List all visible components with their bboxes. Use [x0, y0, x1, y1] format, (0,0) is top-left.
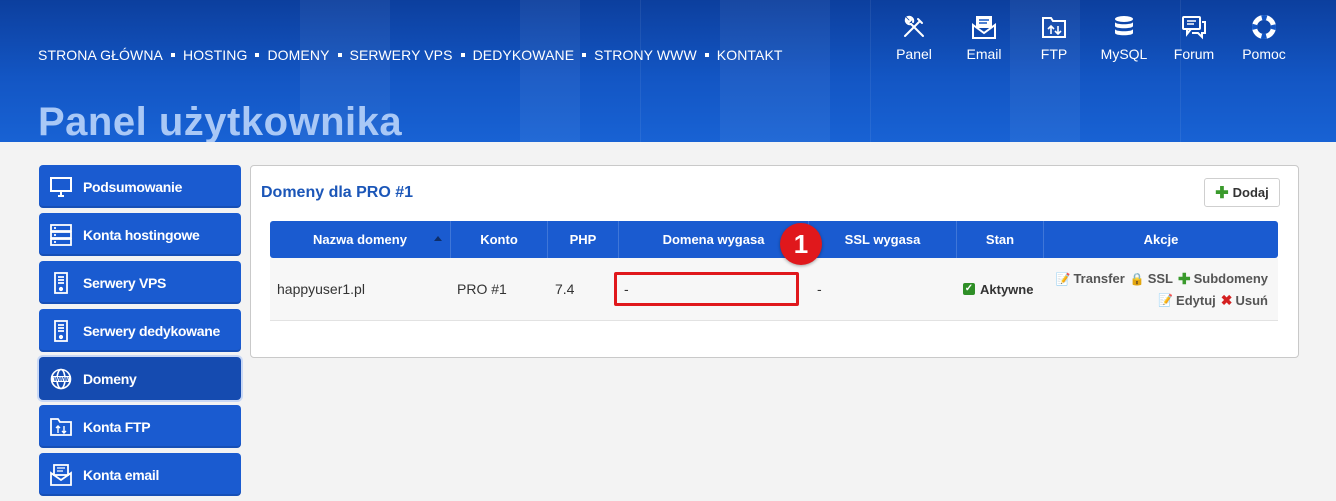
cell-status: ✓ Aktywne — [957, 258, 1044, 320]
transfer-action[interactable]: 📝 Transfer — [1056, 271, 1125, 286]
column-header-label: Domena wygasa — [662, 232, 765, 247]
server-stack-icon — [50, 223, 72, 246]
lock-icon: 🔒 — [1129, 271, 1145, 286]
quicknav-mysql[interactable]: MySQL — [1094, 14, 1154, 62]
domains-table: Nazwa domeny Konto PHP Domena wygasa SSL… — [270, 221, 1278, 321]
plus-icon: ✚ — [1178, 270, 1191, 288]
database-icon — [1115, 16, 1133, 36]
sidebar-item-label: Konta email — [83, 466, 160, 483]
column-header-label: Konto — [480, 232, 518, 247]
cell-actions: 📝 Transfer 🔒 SSL ✚ Subdomeny 📝 Edytuj ✖ Usuń — [1044, 258, 1278, 320]
quicknav-ftp[interactable]: FTP — [1024, 14, 1084, 62]
column-header-actions: Akcje — [1044, 221, 1278, 258]
action-label: Edytuj — [1176, 292, 1216, 308]
quicknav-help[interactable]: Pomoc — [1234, 14, 1294, 62]
edit-action[interactable]: 📝 Edytuj — [1158, 293, 1216, 308]
column-header-domain[interactable]: Nazwa domeny — [270, 221, 451, 258]
status-label: Aktywne — [980, 281, 1034, 297]
sidebar-item-hosting-accounts[interactable]: Konta hostingowe — [39, 213, 241, 256]
sidebar-item-label: Konta hostingowe — [83, 226, 200, 243]
cell-ssl-expires: - — [817, 281, 822, 297]
sidebar-item-label: Podsumowanie — [83, 178, 183, 195]
sidebar-item-email[interactable]: Konta email — [39, 453, 241, 496]
delete-x-icon: ✖ — [1220, 291, 1233, 308]
column-header-php: PHP — [548, 221, 619, 258]
sidebar-item-label: Domeny — [83, 370, 137, 387]
table-header: Nazwa domeny Konto PHP Domena wygasa SSL… — [270, 221, 1278, 258]
sort-ascending-icon — [434, 236, 442, 241]
quicknav-panel[interactable]: Panel — [884, 14, 944, 62]
quicknav-label: Forum — [1173, 46, 1215, 62]
column-header-label: Stan — [985, 232, 1015, 247]
add-button-label: Dodaj — [1232, 185, 1269, 200]
action-label: SSL — [1147, 271, 1174, 286]
quicknav-label: Pomoc — [1242, 46, 1286, 62]
sidebar-item-vps[interactable]: Serwery VPS — [39, 261, 241, 304]
quick-icon-nav: Panel Email FTP MySQL Forum Pomoc — [0, 14, 1336, 74]
column-header-ssl-expires: SSL wygasa — [809, 221, 957, 258]
plus-icon: ✚ — [1215, 184, 1229, 202]
ftp-folder-icon — [1042, 17, 1066, 38]
server-icon — [54, 271, 68, 294]
lifebuoy-icon — [1252, 15, 1276, 39]
column-header-label: Nazwa domeny — [313, 232, 407, 247]
annotation-highlight-box — [614, 272, 799, 306]
quicknav-label: Email — [966, 46, 1002, 62]
quicknav-label: FTP — [1040, 46, 1068, 62]
column-header-label: SSL wygasa — [844, 232, 921, 247]
cell-domain[interactable]: happyuser1.pl — [270, 258, 451, 320]
svg-text:WWW: WWW — [54, 377, 70, 383]
ftp-folder-icon — [50, 417, 72, 436]
sidebar-item-label: Serwery dedykowane — [83, 322, 220, 339]
quicknav-label: Panel — [896, 46, 932, 62]
email-icon — [50, 463, 72, 486]
sidebar-item-domains[interactable]: WWW Domeny — [39, 357, 241, 400]
sidebar: Podsumowanie Konta hostingowe Serwery VP… — [39, 165, 241, 501]
tools-icon — [904, 15, 924, 37]
monitor-icon — [50, 176, 72, 197]
site-header: STRONA GŁÓWNA HOSTING DOMENY SERWERY VPS… — [0, 0, 1336, 142]
checkbox-checked-icon: ✓ — [963, 283, 975, 295]
edit-icon: 📝 — [1055, 271, 1071, 286]
panel-title: Domeny dla PRO #1 — [261, 184, 414, 201]
cell-php: 7.4 — [555, 281, 575, 297]
server-icon — [54, 319, 68, 342]
ssl-action[interactable]: 🔒 SSL — [1130, 271, 1173, 286]
quicknav-label: MySQL — [1100, 46, 1148, 62]
add-domain-button[interactable]: ✚ Dodaj — [1204, 178, 1280, 207]
sidebar-item-label: Serwery VPS — [83, 274, 167, 291]
email-icon — [972, 16, 996, 39]
action-label: Usuń — [1235, 292, 1269, 308]
sidebar-item-summary[interactable]: Podsumowanie — [39, 165, 241, 208]
page-title: Panel użytkownika — [38, 100, 403, 142]
quicknav-email[interactable]: Email — [954, 14, 1014, 62]
column-header-status: Stan — [957, 221, 1044, 258]
action-label: Subdomeny — [1193, 271, 1268, 286]
actions-line: 📝 Transfer 🔒 SSL ✚ Subdomeny — [1051, 270, 1269, 288]
column-header-label: Akcje — [1143, 232, 1179, 247]
www-globe-icon: WWW — [50, 368, 72, 389]
cell-account: PRO #1 — [457, 281, 507, 297]
action-label: Transfer — [1073, 271, 1125, 286]
quicknav-forum[interactable]: Forum — [1164, 14, 1224, 62]
delete-action[interactable]: ✖ Usuń — [1221, 292, 1268, 309]
domains-panel: Domeny dla PRO #1 ✚ Dodaj Nazwa domeny K… — [250, 165, 1299, 358]
sidebar-item-dedicated[interactable]: Serwery dedykowane — [39, 309, 241, 352]
subdomains-action[interactable]: ✚ Subdomeny — [1178, 270, 1268, 288]
actions-line: 📝 Edytuj ✖ Usuń — [1153, 292, 1268, 309]
column-header-account: Konto — [451, 221, 548, 258]
annotation-step-badge: 1 — [780, 223, 822, 265]
edit-icon: 📝 — [1158, 293, 1174, 307]
column-header-label: PHP — [569, 232, 597, 247]
sidebar-item-label: Konta FTP — [83, 418, 151, 435]
forum-icon — [1182, 16, 1206, 40]
sidebar-item-ftp[interactable]: Konta FTP — [39, 405, 241, 448]
